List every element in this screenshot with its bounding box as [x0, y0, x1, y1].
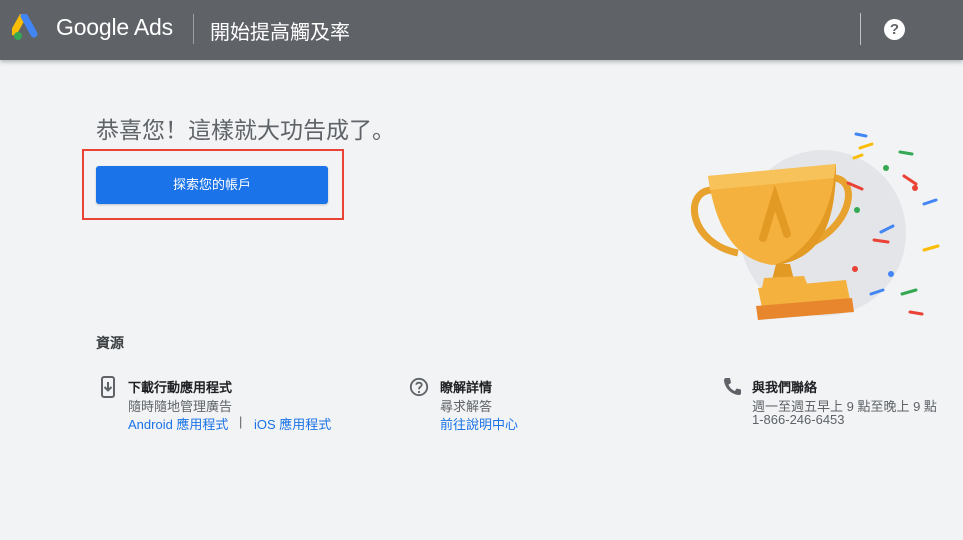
- phone-icon: [724, 378, 741, 395]
- help-button[interactable]: ?: [884, 19, 905, 40]
- page-title: 開始提高觸及率: [210, 22, 350, 44]
- brand-name: Google Ads: [56, 14, 173, 40]
- help-center-link[interactable]: 前往說明中心: [440, 414, 518, 433]
- resources-title: 資源: [96, 335, 124, 351]
- header-divider: [193, 14, 194, 44]
- mobile-download-icon: [101, 376, 115, 398]
- learn-heading: 瞭解詳情: [440, 380, 493, 395]
- help-circle-icon: [409, 377, 429, 397]
- ios-app-link[interactable]: iOS 應用程式: [254, 414, 331, 433]
- app-subtext: 隨時隨地管理廣告: [128, 399, 233, 414]
- android-app-link[interactable]: Android 應用程式: [128, 414, 228, 433]
- contact-phone: 1-866-246-6453: [752, 412, 845, 427]
- header-divider-right: [860, 13, 861, 45]
- learn-subtext: 尋求解答: [440, 399, 493, 414]
- explore-account-button[interactable]: 探索您的帳戶: [96, 166, 328, 204]
- question-circle-icon: ?: [889, 21, 900, 38]
- contact-heading: 與我們聯絡: [752, 380, 818, 395]
- congrats-heading: 恭喜您！這樣就大功告成了。: [96, 117, 395, 143]
- app-heading: 下載行動應用程式: [128, 380, 233, 395]
- trophy-illustration: [690, 132, 940, 320]
- google-ads-logo-icon[interactable]: [12, 14, 44, 42]
- link-separator: |: [239, 414, 243, 429]
- top-bar: Google Ads 開始提高觸及率 ?: [0, 0, 963, 60]
